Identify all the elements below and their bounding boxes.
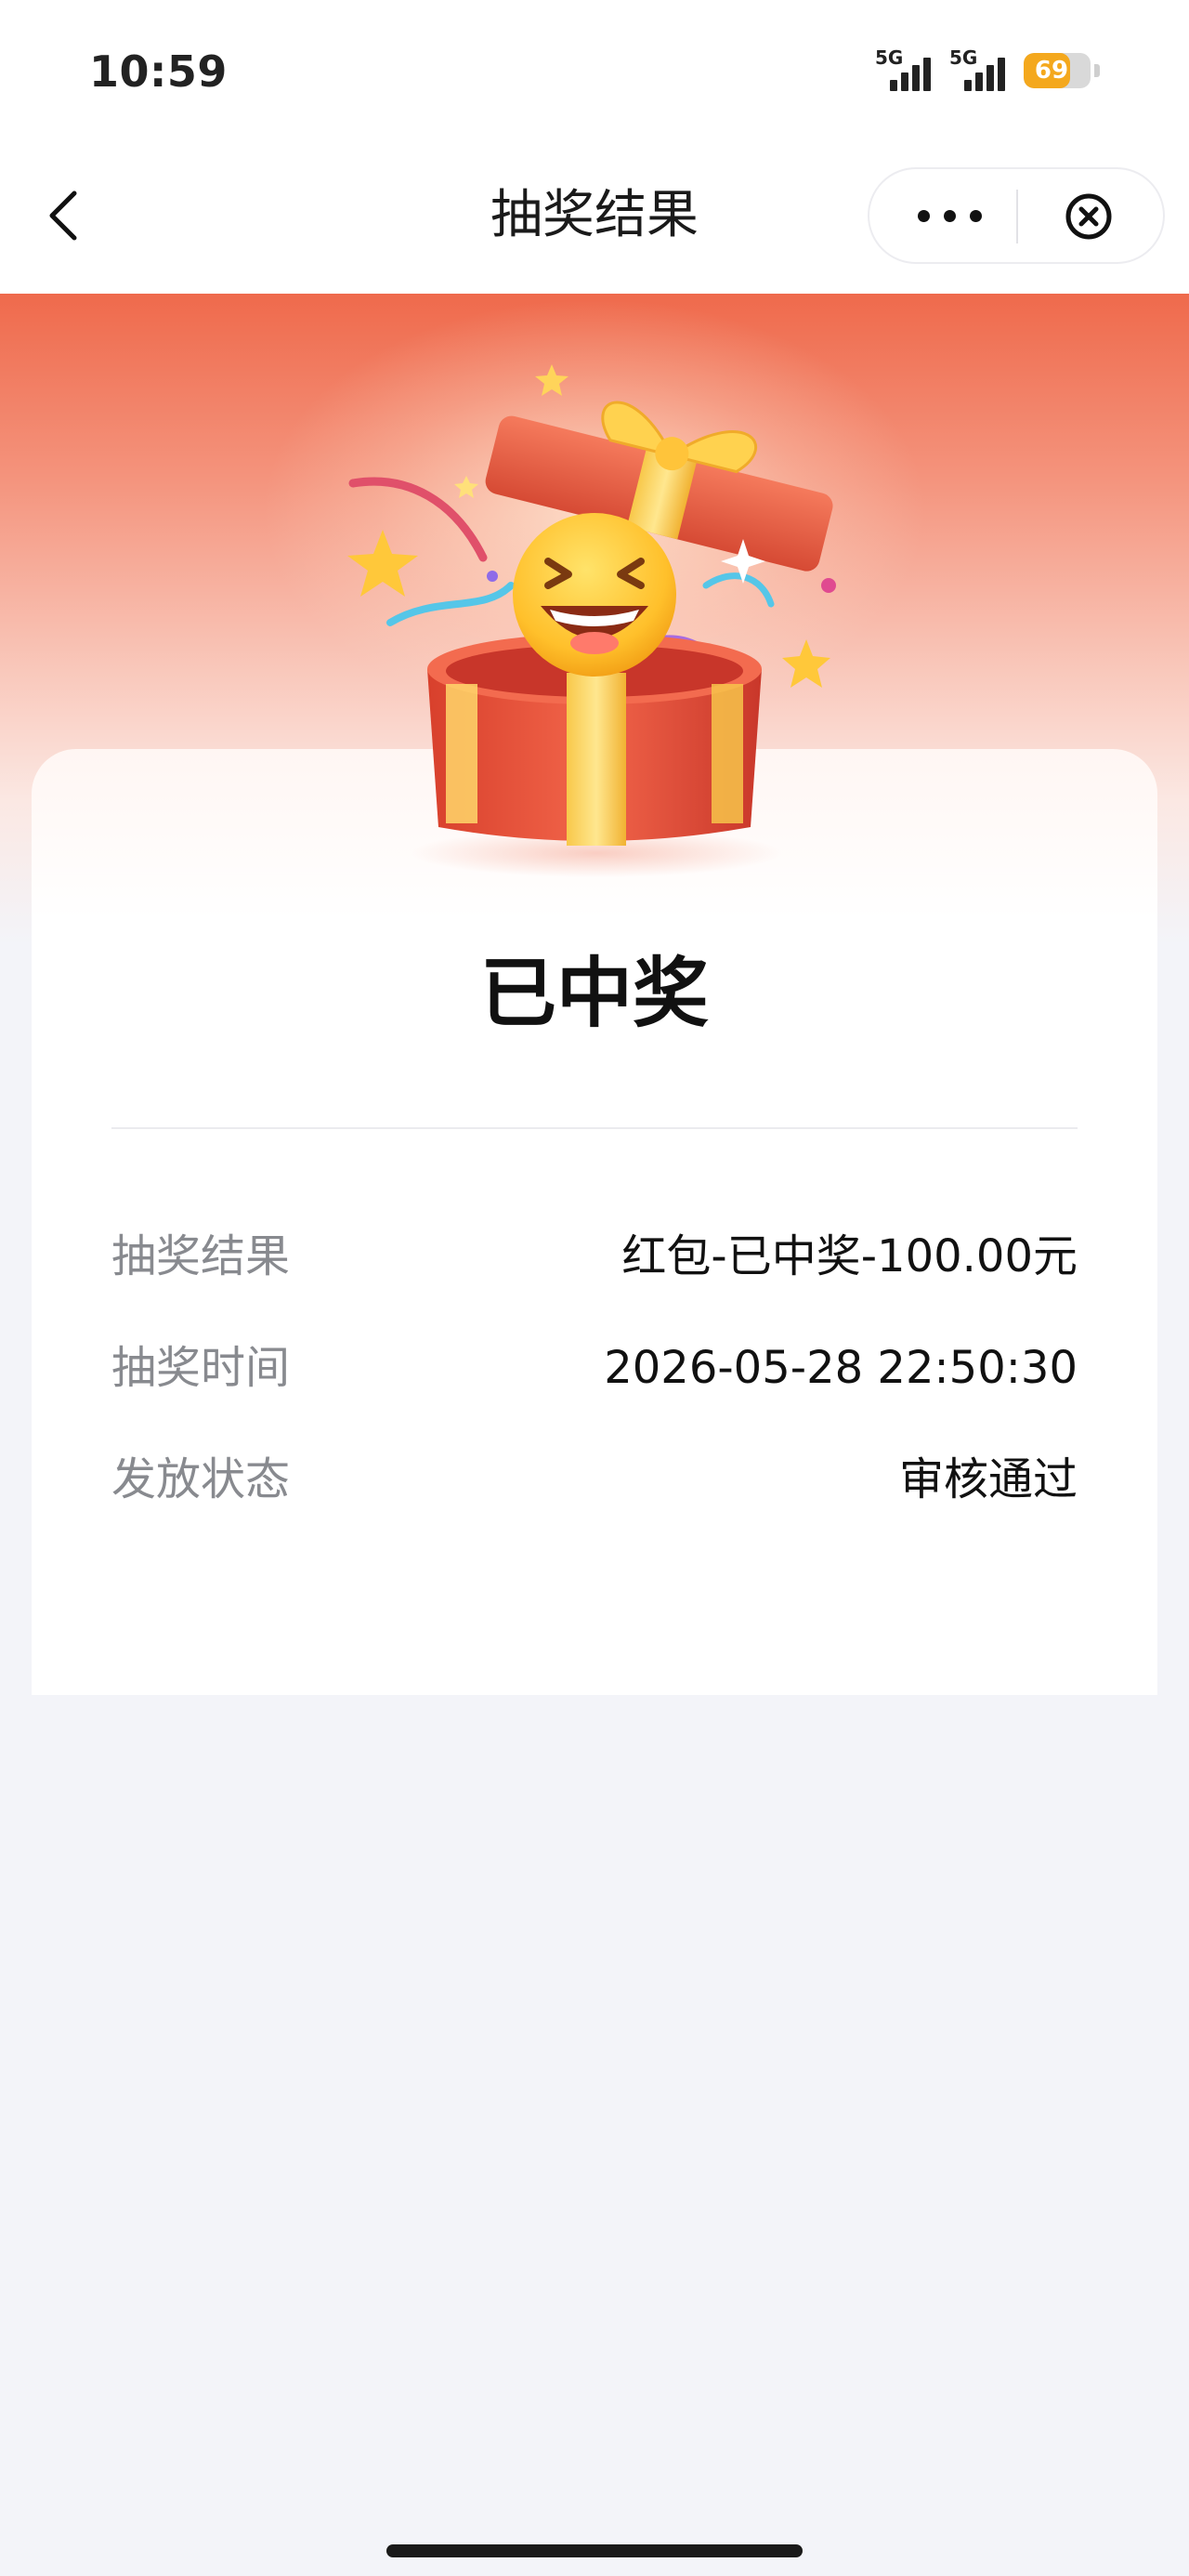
info-row-value: 审核通过 xyxy=(898,1453,1078,1505)
info-row-value: 2026-05-28 22:50:30 xyxy=(604,1342,1078,1394)
battery-icon: 69 xyxy=(1024,53,1091,88)
battery-tip xyxy=(1094,64,1100,77)
gift-box-illustration xyxy=(347,364,836,877)
top-bar: 10:59 5G 5G 69 抽奖结果 xyxy=(0,0,1189,294)
divider xyxy=(111,1127,1078,1129)
battery-level: 69 xyxy=(1034,57,1069,85)
capsule-divider xyxy=(1016,190,1018,243)
home-indicator xyxy=(386,2544,803,2557)
info-row-label: 抽奖时间 xyxy=(111,1342,291,1394)
result-status-title: 已中奖 xyxy=(479,950,709,1038)
info-row-result: 抽奖结果 红包-已中奖-100.00元 xyxy=(111,1223,1078,1290)
result-card xyxy=(32,749,1157,1695)
more-button[interactable] xyxy=(916,193,990,238)
signal-5g-icon: 5G xyxy=(949,46,1011,95)
status-time: 10:59 xyxy=(89,46,228,97)
close-button[interactable] xyxy=(1064,191,1114,242)
signal-5g-icon: 5G xyxy=(875,46,936,95)
status-indicators: 5G 5G 69 xyxy=(875,46,1100,95)
circle-close-icon xyxy=(1065,193,1112,240)
info-row-status: 发放状态 审核通过 xyxy=(111,1446,1078,1513)
mini-program-capsule xyxy=(868,167,1165,264)
info-row-label: 抽奖结果 xyxy=(111,1230,291,1282)
info-row-time: 抽奖时间 2026-05-28 22:50:30 xyxy=(111,1334,1078,1401)
info-row-value: 红包-已中奖-100.00元 xyxy=(621,1230,1078,1282)
card-zigzag-edge xyxy=(32,1684,1157,1695)
info-row-label: 发放状态 xyxy=(111,1453,291,1505)
